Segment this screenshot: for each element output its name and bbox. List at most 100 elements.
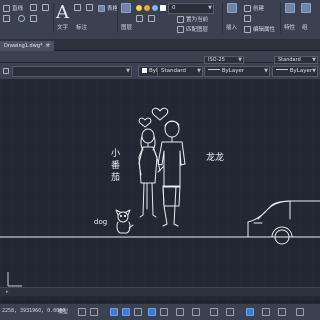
set-current-label: 置为当前 — [186, 17, 209, 23]
drawing-canvas[interactable]: 小番茄 龙龙 dog ▸ — [0, 80, 320, 301]
clean-screen-icon[interactable] — [278, 308, 286, 316]
model-space-toggle[interactable]: 模型 — [58, 308, 68, 315]
create-block-icon — [244, 4, 251, 12]
lineweight-toggle-icon[interactable] — [160, 308, 168, 316]
chevron-down-icon: ▼ — [126, 68, 130, 74]
layer-color-icon[interactable] — [160, 5, 166, 11]
coordinate-readout: 2258, 3931960, 0.0000 — [2, 308, 66, 314]
edit-block-icon — [244, 15, 251, 22]
group-button[interactable] — [301, 3, 311, 13]
layer-button[interactable]: 图层 — [121, 23, 132, 31]
insert-button[interactable] — [227, 3, 237, 13]
text-style-dropdown[interactable]: Standard ▼ — [157, 66, 203, 77]
lineweight-preview — [276, 69, 288, 70]
dimension-icon — [74, 4, 81, 11]
layer-field[interactable]: ▼ — [12, 66, 132, 77]
dimension-tool[interactable] — [74, 4, 81, 11]
osnap-toggle-icon[interactable] — [134, 308, 142, 316]
polyline-icon — [3, 15, 10, 22]
snap-toggle-icon[interactable] — [90, 308, 98, 316]
ribbon: 直线 A 文字 标注 表格 图层 0 ▼ 置为当前 匹配图层 插入 创建 编辑属性… — [0, 0, 320, 40]
draw-tool-3[interactable] — [18, 15, 25, 22]
layer-tool-2[interactable] — [136, 15, 143, 22]
text-style-value: Standard — [161, 68, 187, 74]
layer-match-icon — [177, 25, 184, 33]
table-style-value: Standard — [278, 57, 301, 63]
table-icon — [98, 4, 105, 12]
line-icon — [3, 4, 10, 12]
line-label: 直线 — [12, 6, 24, 12]
linear-dimension-icon — [86, 4, 93, 11]
text-icon[interactable]: A — [56, 2, 69, 23]
modify-tool-3[interactable] — [42, 4, 49, 11]
dim-style-value: ISO-25 — [208, 57, 225, 63]
layer-value: 0 — [172, 5, 176, 11]
transparency-toggle-icon[interactable] — [176, 308, 184, 316]
separator — [222, 3, 223, 33]
hardware-acceleration-icon[interactable] — [262, 308, 270, 316]
command-prompt-icon: ▸ — [6, 289, 9, 295]
layer-tool-3[interactable] — [148, 15, 155, 22]
group-label: 组 — [302, 25, 308, 31]
style-row: ISO-25 ▼ Standard ▼ — [204, 56, 320, 65]
layer-state-icon — [3, 68, 9, 74]
table-tool[interactable]: 表格 — [98, 4, 118, 12]
insert-block-icon — [227, 3, 237, 13]
dim-style-dropdown[interactable]: ISO-25 ▼ — [204, 56, 244, 64]
layer-state-toggle[interactable] — [3, 68, 9, 74]
annotation-button[interactable]: 标注 — [76, 23, 87, 31]
layer-match-button[interactable]: 匹配图层 — [177, 25, 208, 33]
match-properties-button[interactable] — [285, 3, 295, 13]
annotation-scale-icon[interactable] — [210, 308, 218, 316]
layer-match-label: 匹配图层 — [186, 27, 209, 33]
linetype-preview — [208, 69, 220, 70]
workspace-icon[interactable] — [226, 308, 234, 316]
layer-dropdown[interactable]: 0 ▼ — [168, 3, 214, 14]
layer-label: 图层 — [121, 25, 133, 31]
separator — [53, 3, 54, 33]
linear-dim-tool[interactable] — [86, 4, 93, 11]
separator — [280, 3, 281, 33]
edit-block-button[interactable] — [244, 15, 251, 22]
create-block-button[interactable]: 创建 — [244, 4, 264, 12]
layer-lock-icon[interactable] — [152, 5, 158, 11]
layer-on-icon[interactable] — [136, 5, 142, 11]
ortho-toggle-icon[interactable] — [110, 308, 118, 316]
table-style-dropdown[interactable]: Standard ▼ — [274, 56, 318, 64]
chevron-down-icon: ▼ — [238, 57, 242, 63]
status-bar: 2258, 3931960, 0.0000 模型 — [0, 303, 320, 320]
insert-label-button[interactable]: 插入 — [226, 23, 237, 31]
file-tab-bar: Drawing1.dwg* × + — [0, 40, 320, 51]
lineweight-value: ByLayer — [289, 68, 313, 74]
linetype-dropdown[interactable]: ByLayer ▼ — [204, 66, 270, 77]
match-label-button[interactable]: 特性 — [284, 23, 295, 31]
polar-toggle-icon[interactable] — [122, 308, 130, 316]
group-icon — [301, 3, 311, 13]
lineweight-dropdown[interactable]: ByLayer ▼ — [272, 66, 318, 77]
match-properties-icon — [285, 3, 295, 13]
layer-properties-icon — [121, 3, 131, 13]
new-tab-icon[interactable]: + — [44, 41, 52, 50]
grid-toggle-icon[interactable] — [78, 308, 86, 316]
command-line[interactable]: ▸ — [0, 287, 320, 296]
otrack-toggle-icon[interactable] — [148, 308, 156, 316]
dog-name-text: dog — [94, 218, 108, 226]
color-swatch — [142, 68, 147, 73]
text-button[interactable]: 文字 — [57, 23, 68, 31]
group-label-button[interactable]: 组 — [302, 23, 308, 31]
isolate-objects-icon[interactable] — [246, 308, 254, 316]
draw-tool-2[interactable] — [3, 15, 10, 22]
selection-cycling-icon[interactable] — [192, 308, 200, 316]
layer-properties-button[interactable] — [121, 3, 131, 13]
line-tool[interactable]: 直线 — [3, 4, 23, 12]
set-current-icon — [177, 15, 184, 23]
modify-tool-2[interactable] — [30, 15, 37, 22]
modify-tool[interactable] — [30, 4, 37, 11]
layer-freeze-icon[interactable] — [144, 5, 150, 11]
grid-background — [0, 80, 320, 301]
edit-attributes-button[interactable]: 编辑属性 — [244, 25, 275, 33]
drawing-svg — [0, 80, 320, 301]
customization-icon[interactable] — [296, 308, 304, 316]
set-current-button[interactable]: 置为当前 — [177, 15, 208, 23]
move-icon — [30, 4, 37, 11]
